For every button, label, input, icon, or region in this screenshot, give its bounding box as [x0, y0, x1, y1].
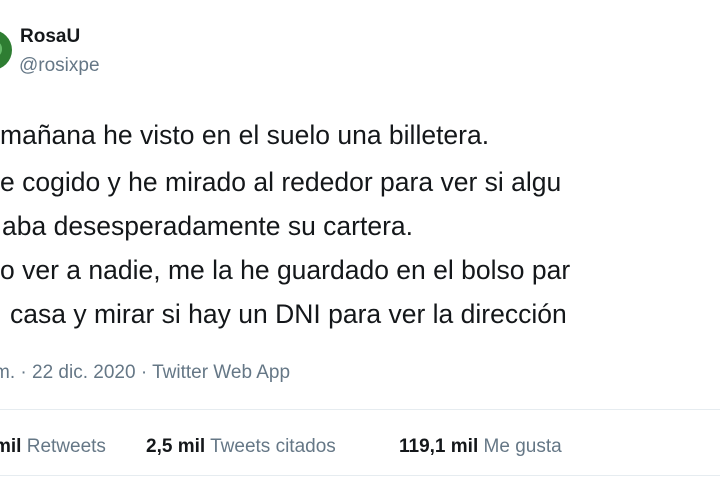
retweets-count: mil: [0, 436, 22, 457]
meta-separator: ·: [140, 362, 148, 383]
avatar[interactable]: [0, 30, 12, 70]
meta-separator: ·: [20, 362, 27, 383]
divider: [0, 409, 720, 410]
quotes-stat[interactable]: 2,5 mil Tweets citados: [146, 436, 336, 458]
divider: [0, 475, 720, 476]
likes-count: 119,1 mil: [399, 436, 479, 457]
tweet-line-3: aba desesperadamente su cartera.: [2, 211, 414, 241]
tweet-line-4: o ver a nadie, me la he guardado en el b…: [0, 255, 571, 285]
tweet-line-1: mañana he visto en el suelo una billeter…: [0, 120, 490, 150]
retweets-label: Retweets: [26, 436, 106, 457]
user-display-name[interactable]: RosaU: [20, 26, 80, 48]
user-handle[interactable]: @rosixpe: [19, 55, 100, 77]
tweet-time[interactable]: m.: [0, 362, 15, 383]
tweet-line-5: casa y mirar si hay un DNI para ver la d…: [10, 299, 567, 329]
likes-stat[interactable]: 119,1 mil Me gusta: [399, 436, 562, 458]
tweet-meta: m. · 22 dic. 2020 · Twitter Web App: [0, 362, 290, 384]
retweets-stat[interactable]: mil Retweets: [0, 436, 106, 458]
tweet-date[interactable]: 22 dic. 2020: [32, 362, 136, 383]
likes-label: Me gusta: [483, 436, 562, 457]
quotes-label: Tweets citados: [210, 436, 336, 457]
tweet-line-2: e cogido y he mirado al rededor para ver…: [0, 167, 562, 197]
tweet-source-link[interactable]: Twitter Web App: [152, 362, 290, 383]
quotes-count: 2,5 mil: [146, 436, 206, 457]
